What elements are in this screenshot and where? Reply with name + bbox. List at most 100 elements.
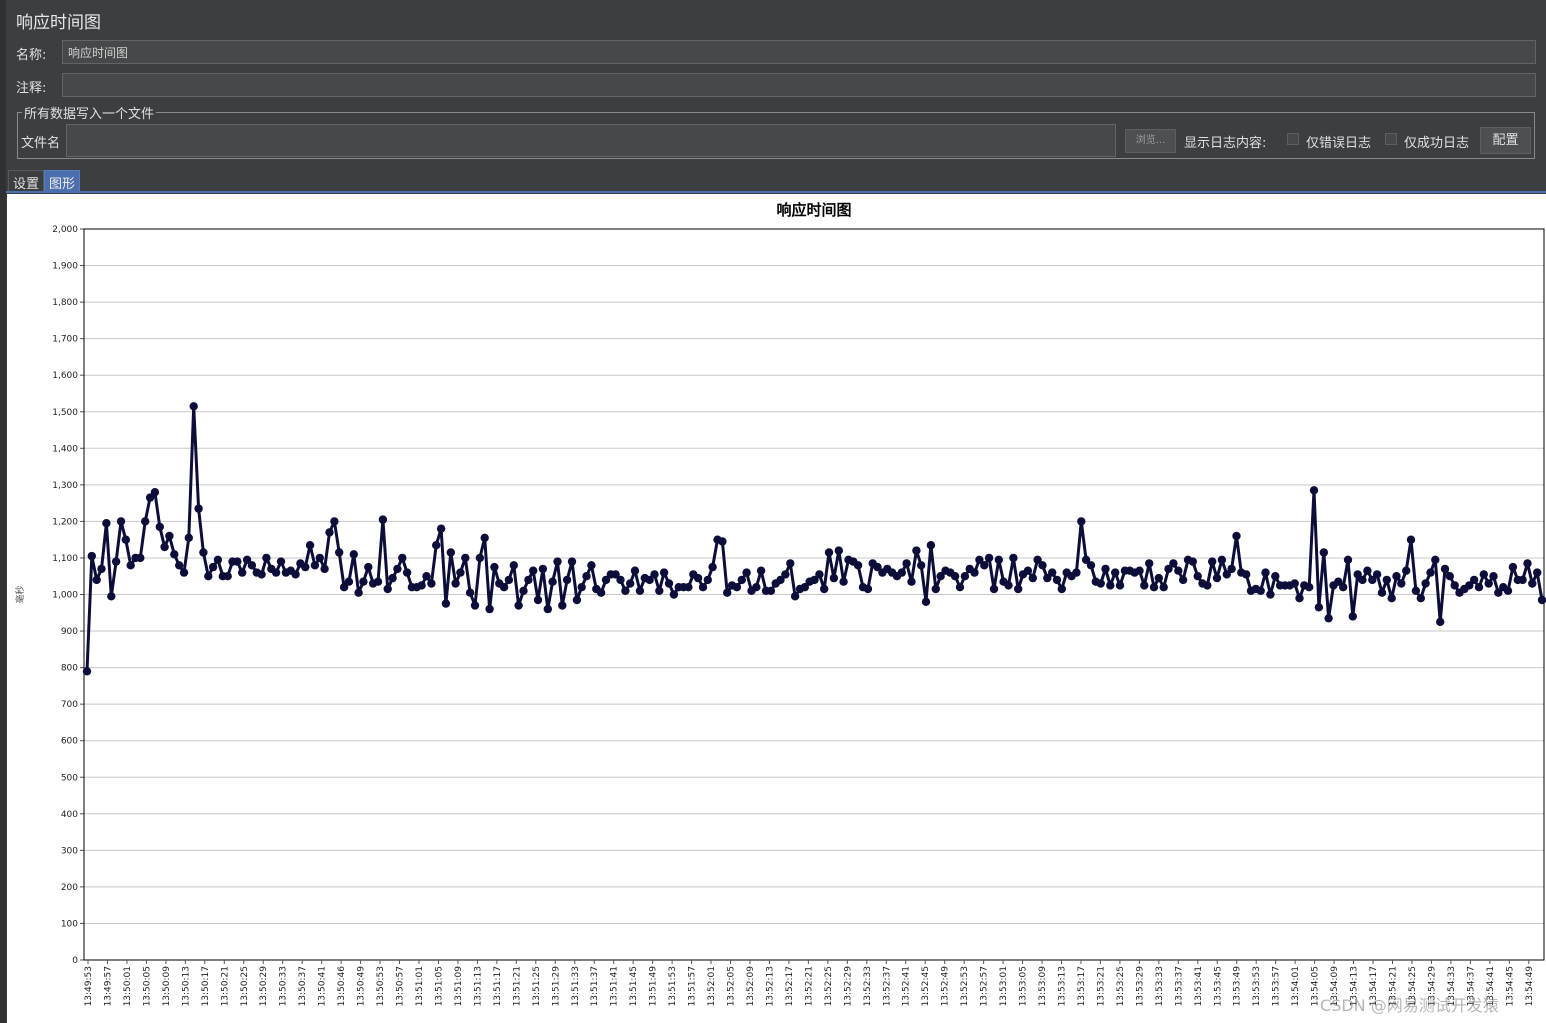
- errors-only-checkbox[interactable]: [1287, 133, 1299, 145]
- data-point: [684, 583, 693, 592]
- data-point: [276, 557, 286, 566]
- success-only-label: 仅成功日志: [1404, 136, 1470, 151]
- x-tick-label: 13:50:33: [279, 966, 289, 1006]
- tab-settings[interactable]: 设置: [8, 170, 45, 192]
- y-tick-label: 1,800: [52, 298, 78, 308]
- x-tick-label: 13:49:53: [84, 966, 94, 1006]
- data-point: [1440, 564, 1450, 574]
- x-tick-label: 13:52:53: [960, 966, 970, 1006]
- data-point: [897, 568, 906, 577]
- data-point: [587, 561, 596, 570]
- x-tick-label: 13:53:41: [1194, 966, 1204, 1006]
- data-point: [1436, 617, 1445, 627]
- data-point: [1421, 579, 1430, 588]
- data-point: [1106, 581, 1115, 590]
- data-point: [373, 577, 383, 586]
- y-tick-label: 1,300: [52, 481, 78, 491]
- x-tick-label: 13:52:49: [941, 966, 951, 1007]
- data-point: [752, 583, 761, 592]
- x-tick-label: 13:51:01: [415, 966, 425, 1006]
- x-tick-label: 13:50:41: [318, 966, 328, 1006]
- data-point: [441, 599, 451, 608]
- data-point: [1174, 566, 1183, 575]
- y-tick-label: 200: [61, 883, 78, 893]
- data-point: [1484, 579, 1493, 588]
- data-point: [698, 583, 708, 592]
- browse-button[interactable]: 浏览...: [1125, 129, 1176, 153]
- name-field[interactable]: 响应时间图: [62, 40, 1536, 64]
- x-tick-label: 13:53:45: [1213, 966, 1223, 1006]
- data-point: [1154, 573, 1164, 583]
- data-point: [834, 546, 843, 555]
- y-tick-label: 500: [61, 773, 78, 783]
- y-tick-label: 1,900: [52, 262, 78, 272]
- x-tick-label: 13:51:13: [473, 966, 483, 1006]
- data-point: [1004, 581, 1013, 590]
- data-point: [475, 553, 485, 563]
- data-point: [1057, 584, 1067, 594]
- data-point: [562, 575, 572, 585]
- name-label: 名称:: [16, 48, 47, 63]
- data-point: [359, 577, 368, 586]
- x-tick-label: 13:51:21: [512, 966, 522, 1006]
- data-point: [664, 579, 674, 588]
- data-point: [1101, 564, 1110, 574]
- x-tick-label: 13:53:09: [1038, 966, 1048, 1007]
- data-point: [1518, 575, 1527, 585]
- x-tick-label: 13:52:25: [824, 966, 834, 1006]
- data-point: [766, 586, 776, 595]
- data-point: [1474, 583, 1484, 592]
- response-time-chart: 响应时间图 0 100 200 300 400 500 600 700 800 900 1,000 1,…: [14, 201, 1546, 1007]
- tab-graph[interactable]: 图形: [44, 170, 81, 192]
- x-tick-label: 13:51:53: [668, 966, 678, 1006]
- data-point: [902, 559, 911, 568]
- data-point: [204, 572, 213, 581]
- x-tick-label: 13:50:37: [298, 966, 308, 1006]
- data-point: [1469, 575, 1479, 585]
- x-tick-label: 13:52:17: [785, 966, 795, 1006]
- data-point: [233, 557, 242, 566]
- data-point: [422, 572, 431, 581]
- y-tick-label: 1,700: [52, 335, 78, 345]
- data-point: [330, 517, 339, 526]
- data-point: [659, 568, 669, 577]
- chart-title: 响应时间图: [776, 201, 851, 219]
- data-point: [480, 533, 489, 542]
- x-tick-label: 13:53:17: [1077, 966, 1087, 1006]
- data-point: [1072, 568, 1081, 577]
- data-point: [955, 583, 965, 592]
- data-point: [1479, 570, 1489, 579]
- data-point: [1406, 535, 1416, 544]
- filename-input[interactable]: [66, 124, 1116, 157]
- data-point: [989, 584, 999, 594]
- data-point: [509, 561, 518, 570]
- data-point: [82, 667, 92, 676]
- x-tick-label: 13:53:33: [1155, 966, 1165, 1006]
- data-point: [737, 575, 746, 585]
- window-left-edge: [0, 0, 6, 1023]
- data-point: [1339, 583, 1348, 592]
- data-point: [1256, 586, 1265, 595]
- configure-button[interactable]: 配置: [1480, 127, 1531, 154]
- log-content-label: 显示日志内容:: [1184, 136, 1267, 151]
- data-point: [499, 583, 509, 592]
- data-point: [184, 533, 193, 542]
- data-point: [529, 566, 538, 575]
- data-point: [839, 577, 848, 586]
- data-point: [1178, 575, 1188, 585]
- success-only-checkbox[interactable]: [1385, 133, 1397, 145]
- data-point: [630, 566, 640, 575]
- data-point: [1533, 568, 1542, 577]
- data-point: [1261, 568, 1270, 577]
- data-point: [1188, 557, 1198, 566]
- y-tick-label: 1,000: [52, 591, 78, 601]
- data-point: [1523, 559, 1532, 568]
- data-point: [1169, 559, 1178, 568]
- data-point: [742, 568, 751, 577]
- data-point: [635, 586, 645, 595]
- comment-field[interactable]: [62, 73, 1536, 97]
- data-point: [87, 551, 97, 561]
- tab-underline: [6, 191, 1546, 193]
- data-point: [703, 575, 712, 585]
- data-point: [262, 553, 271, 563]
